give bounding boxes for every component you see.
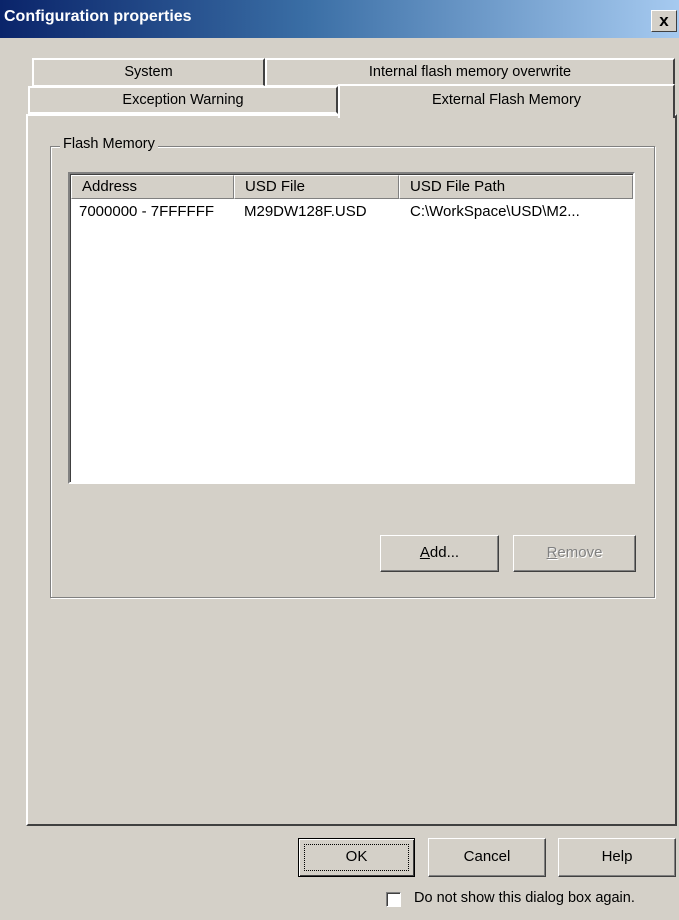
tab-system[interactable]: System bbox=[32, 58, 265, 86]
list-row[interactable]: 7000000 - 7FFFFFF M29DW128F.USD C:\WorkS… bbox=[70, 201, 633, 223]
tab-external-flash-memory[interactable]: External Flash Memory bbox=[338, 84, 675, 118]
tab-label: External Flash Memory bbox=[431, 92, 582, 108]
help-button[interactable]: Help bbox=[558, 838, 676, 877]
tab-internal-flash-memory-overwrite[interactable]: Internal flash memory overwrite bbox=[265, 58, 675, 86]
add-button-label: dd... bbox=[429, 544, 460, 561]
window-title: Configuration properties bbox=[4, 8, 192, 25]
ok-button[interactable]: OK bbox=[298, 838, 415, 877]
cell-usd-file-path: C:\WorkSpace\USD\M2... bbox=[410, 203, 580, 220]
remove-button-mnemonic: R bbox=[546, 544, 558, 561]
remove-button-label: emove bbox=[557, 544, 603, 561]
help-button-label: Help bbox=[601, 848, 633, 865]
cancel-button-label: Cancel bbox=[463, 848, 511, 865]
cancel-button[interactable]: Cancel bbox=[428, 838, 546, 877]
column-header-usd-file[interactable]: USD File bbox=[234, 175, 399, 199]
flash-memory-group-label: Flash Memory bbox=[60, 136, 158, 152]
column-header-usd-file-path[interactable]: USD File Path bbox=[399, 175, 633, 199]
add-button[interactable]: Add... bbox=[380, 535, 499, 572]
remove-button[interactable]: Remove bbox=[513, 535, 636, 572]
tab-label: Internal flash memory overwrite bbox=[368, 64, 572, 80]
tab-exception-warning[interactable]: Exception Warning bbox=[28, 86, 338, 114]
dont-show-checkbox[interactable] bbox=[386, 892, 401, 907]
close-button[interactable]: x bbox=[651, 10, 677, 32]
cell-usd-file: M29DW128F.USD bbox=[244, 203, 367, 220]
tab-label: Exception Warning bbox=[122, 92, 244, 108]
flash-memory-list[interactable]: Address USD File USD File Path 7000000 -… bbox=[68, 172, 635, 484]
cell-address: 7000000 - 7FFFFFF bbox=[79, 203, 215, 220]
tab-label: System bbox=[124, 64, 173, 80]
add-button-mnemonic: A bbox=[419, 544, 430, 561]
close-icon: x bbox=[659, 11, 669, 30]
column-header-address[interactable]: Address bbox=[71, 175, 234, 199]
focus-rectangle bbox=[304, 844, 409, 871]
dont-show-label[interactable]: Do not show this dialog box again. bbox=[414, 890, 635, 906]
